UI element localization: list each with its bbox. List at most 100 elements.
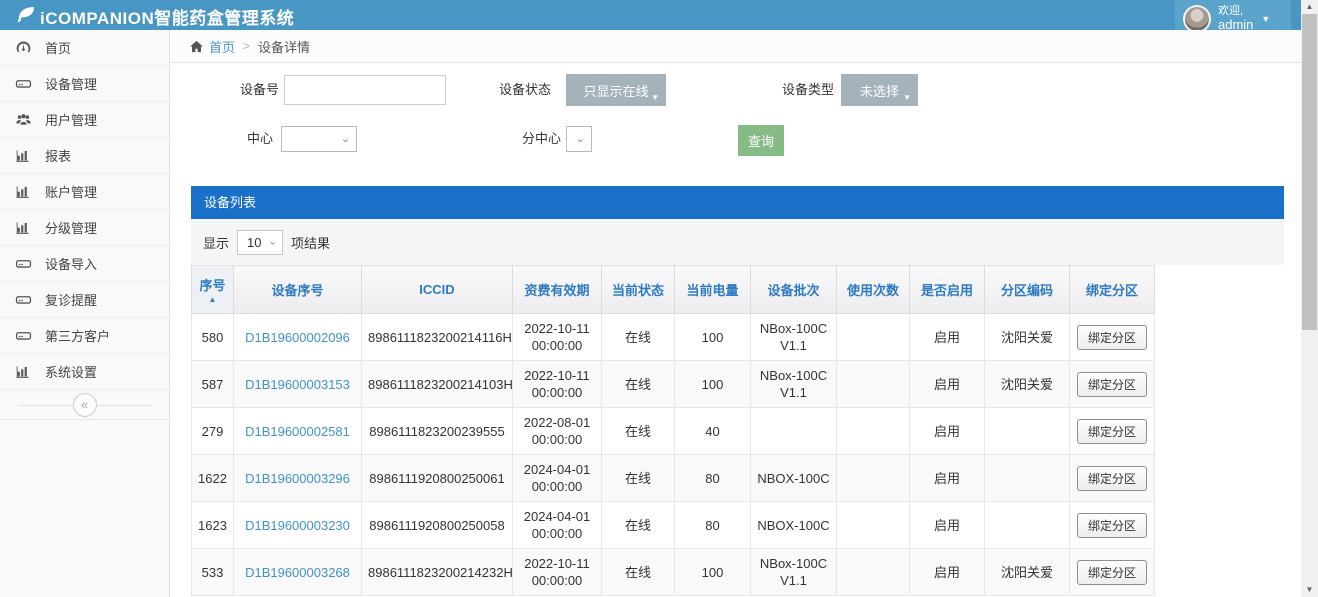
sidebar-item[interactable]: 首页	[0, 30, 169, 66]
query-button[interactable]: 查询	[738, 125, 784, 156]
home-icon	[189, 39, 204, 54]
sidebar-item-label: 用户管理	[45, 110, 97, 129]
device-serial-link[interactable]: D1B19600003153	[245, 377, 350, 392]
cell-battery: 80	[675, 502, 751, 549]
col-header-seq[interactable]: 序号 ▲	[192, 266, 234, 314]
sidebar-item[interactable]: 账户管理	[0, 174, 169, 210]
sidebar-item[interactable]: 第三方客户	[0, 318, 169, 354]
scroll-down-button[interactable]: ▼	[1301, 583, 1318, 597]
breadcrumb-current: 设备详情	[258, 37, 310, 56]
col-header-iccid[interactable]: ICCID	[362, 266, 513, 314]
device-status-dropdown[interactable]: 只显示在线 ▼	[566, 74, 666, 106]
col-header-batch[interactable]: 设备批次	[751, 266, 837, 314]
sidebar-item[interactable]: 复诊提醒	[0, 282, 169, 318]
bind-partition-button[interactable]: 绑定分区	[1077, 325, 1147, 350]
sidebar: 首页 设备管理 用户管理 报表	[0, 30, 170, 597]
breadcrumb-separator: >	[243, 39, 250, 53]
breadcrumb-home-link[interactable]: 首页	[189, 37, 235, 56]
cell-status: 在线	[602, 502, 675, 549]
bind-partition-button[interactable]: 绑定分区	[1077, 513, 1147, 538]
chevron-down-icon: ▼	[903, 93, 911, 102]
scroll-up-button[interactable]: ▲	[1301, 0, 1318, 14]
breadcrumb: 首页 > 设备详情	[171, 30, 1301, 63]
sidebar-item[interactable]: 报表	[0, 138, 169, 174]
hdd-icon	[15, 327, 33, 345]
cell-status: 在线	[602, 455, 675, 502]
device-list-panel: 设备列表 显示 10 ⌄ 项结果 序号	[191, 186, 1284, 597]
cell-seq: 279	[192, 408, 234, 455]
sidebar-item-label: 首页	[45, 38, 71, 57]
col-header-usecount[interactable]: 使用次数	[837, 266, 910, 314]
device-serial-link[interactable]: D1B19600002096	[245, 330, 350, 345]
bind-partition-button[interactable]: 绑定分区	[1077, 560, 1147, 585]
main-content: 首页 > 设备详情 设备号 设备状态 只显示在线 ▼ 设备类型 未选择 ▼ 中心…	[171, 30, 1301, 597]
device-serial-link[interactable]: D1B19600003230	[245, 518, 350, 533]
welcome-greeting: 欢迎,	[1218, 5, 1243, 17]
cell-partition: 沈阳关爱	[985, 361, 1070, 408]
bind-partition-button[interactable]: 绑定分区	[1077, 419, 1147, 444]
scrollbar-thumb[interactable]	[1302, 14, 1317, 330]
subcenter-select[interactable]: ⌄	[566, 126, 592, 152]
cell-batch	[751, 408, 837, 455]
sidebar-collapse-button[interactable]: «	[73, 393, 97, 417]
table-body: 580 D1B19600002096 8986111823200214116H …	[192, 314, 1155, 596]
cell-bind: 绑定分区	[1070, 408, 1155, 455]
col-header-valid[interactable]: 资费有效期	[513, 266, 602, 314]
cell-valid-date: 2022-08-01 00:00:00	[513, 408, 602, 455]
device-serial-link[interactable]: D1B19600003268	[245, 565, 350, 580]
sidebar-item-label: 设备管理	[45, 74, 97, 93]
cell-batch: NBOX-100C	[751, 455, 837, 502]
cell-seq: 587	[192, 361, 234, 408]
app-window: iCOMPANION智能药盒管理系统 欢迎, admin ▼ 首页 设备管理	[0, 0, 1318, 597]
col-header-bind[interactable]: 绑定分区	[1070, 266, 1155, 314]
cell-enabled: 启用	[910, 455, 985, 502]
avatar	[1183, 5, 1211, 33]
cell-iccid: 8986111823200239555	[362, 408, 513, 455]
table-row: 1622 D1B19600003296 8986111920800250061 …	[192, 455, 1155, 502]
cell-usecount	[837, 549, 910, 596]
chart-icon	[15, 183, 33, 201]
center-select[interactable]: ⌄	[281, 126, 357, 152]
cell-status: 在线	[602, 314, 675, 361]
sidebar-item-label: 系统设置	[45, 362, 97, 381]
sidebar-item[interactable]: 设备导入	[0, 246, 169, 282]
cell-valid-date: 2024-04-01 00:00:00	[513, 502, 602, 549]
device-serial-link[interactable]: D1B19600003296	[245, 471, 350, 486]
table-row: 1623 D1B19600003230 8986111920800250058 …	[192, 502, 1155, 549]
sidebar-collapse-row: «	[0, 390, 169, 420]
sidebar-item[interactable]: 分级管理	[0, 210, 169, 246]
col-header-enabled[interactable]: 是否启用	[910, 266, 985, 314]
topbar: iCOMPANION智能药盒管理系统 欢迎, admin ▼	[0, 0, 1301, 30]
col-header-serial[interactable]: 设备序号	[234, 266, 362, 314]
center-label: 中心	[211, 126, 273, 152]
table-row: 279 D1B19600002581 8986111823200239555 2…	[192, 408, 1155, 455]
cell-batch: NBox-100C V1.1	[751, 549, 837, 596]
device-type-label: 设备类型	[766, 74, 834, 106]
device-no-input[interactable]	[284, 75, 446, 105]
sidebar-item-label: 账户管理	[45, 182, 97, 201]
bind-partition-button[interactable]: 绑定分区	[1077, 466, 1147, 491]
cell-usecount	[837, 408, 910, 455]
device-no-label: 设备号	[191, 75, 279, 105]
show-label: 显示	[203, 233, 229, 252]
hdd-icon	[15, 291, 33, 309]
col-header-status[interactable]: 当前状态	[602, 266, 675, 314]
cell-bind: 绑定分区	[1070, 549, 1155, 596]
sidebar-item[interactable]: 系统设置	[0, 354, 169, 390]
page-size-select[interactable]: 10 ⌄	[237, 230, 283, 255]
cell-usecount	[837, 314, 910, 361]
sidebar-item[interactable]: 设备管理	[0, 66, 169, 102]
cell-enabled: 启用	[910, 314, 985, 361]
device-type-dropdown[interactable]: 未选择 ▼	[841, 74, 918, 106]
device-serial-link[interactable]: D1B19600002581	[245, 424, 350, 439]
sidebar-item[interactable]: 用户管理	[0, 102, 169, 138]
cell-partition	[985, 502, 1070, 549]
cell-batch: NBox-100C V1.1	[751, 314, 837, 361]
sidebar-item-label: 分级管理	[45, 218, 97, 237]
cell-seq: 580	[192, 314, 234, 361]
col-header-partition[interactable]: 分区编码	[985, 266, 1070, 314]
bind-partition-button[interactable]: 绑定分区	[1077, 372, 1147, 397]
users-icon	[15, 111, 33, 129]
col-header-battery[interactable]: 当前电量	[675, 266, 751, 314]
device-status-label: 设备状态	[489, 74, 551, 106]
